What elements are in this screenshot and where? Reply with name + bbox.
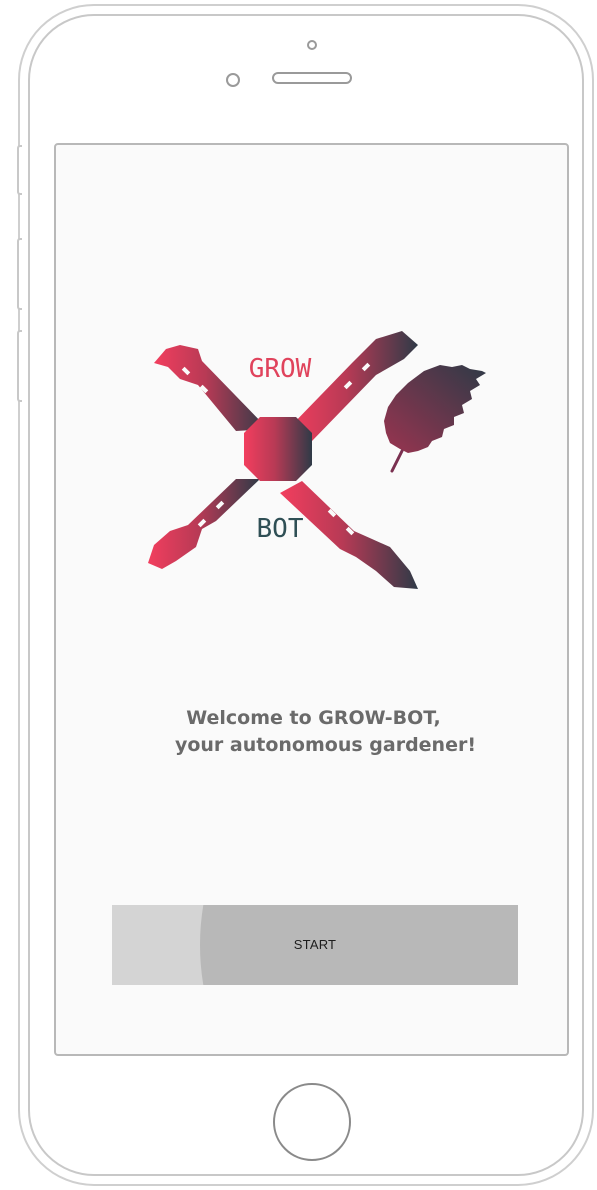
logo-word-top: GROW: [249, 354, 312, 384]
welcome-line-2: your autonomous gardener!: [174, 734, 477, 756]
welcome-message: Welcome to GROW-BOT, your autonomous gar…: [56, 705, 567, 759]
app-screen: GROW BOT Welcome to GROW-BOT, your auton…: [54, 143, 569, 1056]
start-button-label: START: [293, 937, 337, 952]
side-button-volume-down: [17, 330, 22, 402]
home-button[interactable]: [273, 1083, 351, 1161]
side-button-mute: [17, 145, 22, 195]
welcome-line-1: Welcome to GROW-BOT,: [186, 707, 441, 729]
proximity-sensor: [307, 40, 317, 50]
start-button[interactable]: START: [112, 905, 518, 985]
side-button-volume-up: [17, 238, 22, 310]
front-camera: [226, 73, 240, 87]
logo-body: [244, 417, 312, 481]
leaf-icon: [384, 365, 486, 473]
logo-word-bottom: BOT: [257, 514, 304, 544]
earpiece-speaker: [272, 72, 352, 84]
robot-logo-icon: GROW BOT: [148, 331, 486, 589]
